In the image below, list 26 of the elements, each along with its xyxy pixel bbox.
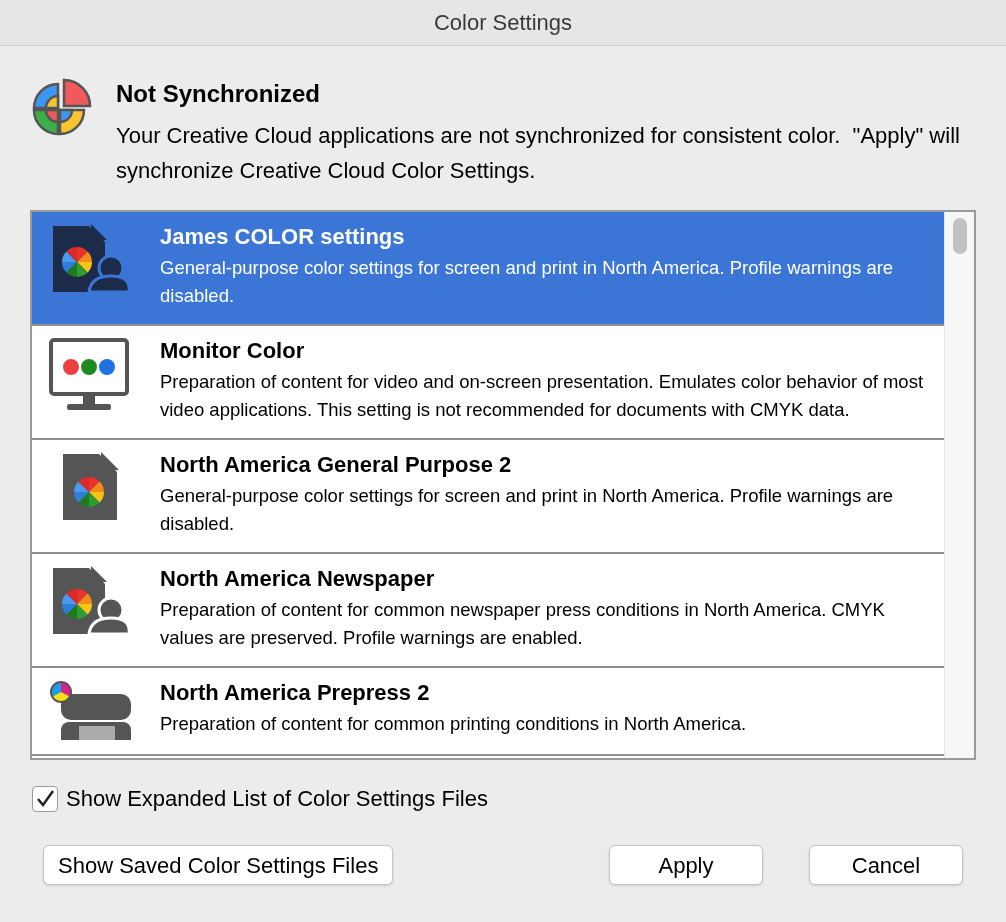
- scrollbar[interactable]: [944, 212, 974, 758]
- scrollbar-thumb[interactable]: [952, 218, 967, 254]
- checkbox[interactable]: [32, 785, 58, 812]
- setting-title: North America General Purpose 2: [160, 451, 513, 479]
- setting-description: Preparation of content for video and on-screen presentation. Emulates color behavior of most video applications. This setting is not recommended for documents with CMYK data.: [160, 370, 925, 422]
- setting-title: Monitor Color: [160, 337, 306, 365]
- settings-list-item[interactable]: James COLOR settings General-purpose color settings for screen and print in North America. Profile warnings are disabled.: [32, 212, 944, 326]
- cancel-button[interactable]: Cancel: [809, 845, 963, 885]
- checkbox-label: Show Expanded List of Color Settings Files: [66, 785, 488, 813]
- notice-message: Your Creative Cloud applications are not synchronized for consistent color. "Apply" will synchronize Creative Cloud Color Settings.: [116, 122, 961, 185]
- document-person-icon: [51, 566, 129, 636]
- printer-icon: [49, 680, 131, 740]
- document-person-icon: [51, 224, 129, 294]
- show-saved-files-button[interactable]: Show Saved Color Settings Files: [43, 845, 394, 885]
- notice-title: Not Synchronized: [116, 79, 321, 109]
- setting-description: Preparation of content for common newspaper press conditions in North America. CMYK values are preserved. Profile warnings are enabled.: [160, 598, 886, 650]
- setting-description: General-purpose color settings for screen and print in North America. Profile warnings are disabled.: [160, 484, 895, 536]
- document-icon: [61, 452, 119, 522]
- checkmark-icon: [35, 788, 55, 809]
- setting-description: Preparation of content for common printing conditions in North America.: [160, 712, 747, 736]
- setting-title: James COLOR settings: [160, 223, 406, 251]
- setting-description: General-purpose color settings for screen and print in North America. Profile warnings are disabled.: [160, 256, 895, 308]
- apply-button[interactable]: Apply: [609, 845, 763, 885]
- window-title: Color Settings: [433, 9, 573, 37]
- setting-title: North America Newspaper: [160, 565, 436, 593]
- setting-title: North America Prepress 2: [160, 679, 431, 707]
